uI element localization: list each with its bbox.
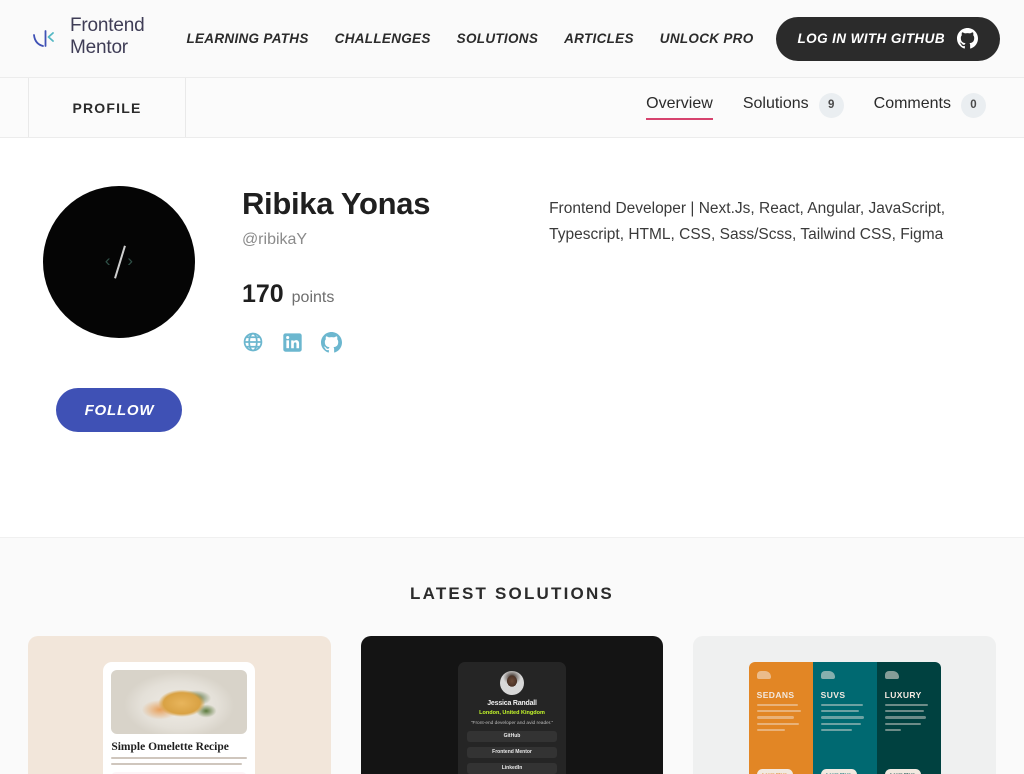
social-profile-name: Jessica Randall	[467, 700, 557, 707]
brand-logo[interactable]: Frontend Mentor	[30, 15, 144, 62]
vehicle-desc-line	[885, 729, 901, 731]
points-label: points	[292, 289, 335, 307]
recipe-desc-line	[111, 763, 242, 765]
login-with-github-button[interactable]: Log in with GitHub	[776, 17, 1000, 61]
brand-name: Frontend Mentor	[70, 15, 144, 62]
recipe-title: Simple Omelette Recipe	[111, 741, 247, 753]
preparation-time-box	[111, 772, 247, 774]
profile-identity-column: Ribika Yonas @ribikaY 170 points	[242, 186, 532, 537]
vehicle-desc-line	[757, 710, 801, 712]
latest-solutions-section: Latest Solutions Simple Omelette Recipe	[0, 537, 1024, 774]
vehicle-desc-line	[885, 723, 921, 725]
latest-solutions-title: Latest Solutions	[0, 584, 1024, 604]
code-brackets-avatar-icon: ‹ ›	[43, 186, 195, 338]
vehicle-desc-line	[885, 704, 928, 706]
vehicle-desc-line	[757, 704, 798, 706]
points-value: 170	[242, 280, 284, 309]
solutions-card-grid: Simple Omelette Recipe	[0, 604, 1024, 774]
nav-link-learning-paths[interactable]: Learning Paths	[186, 31, 308, 46]
social-profile-preview: Jessica Randall London, United Kingdom "…	[458, 662, 566, 774]
vehicle-column-suvs: SUVs Learn More	[813, 662, 877, 774]
social-profile-location: London, United Kingdom	[467, 710, 557, 716]
vehicle-column-title: Sedans	[757, 690, 805, 700]
profile-bio-column: Frontend Developer | Next.Js, React, Ang…	[549, 186, 994, 537]
vehicle-column-sedans: Sedans Learn More	[749, 662, 813, 774]
vehicle-column-luxury: Luxury Learn More	[877, 662, 941, 774]
vehicle-desc-line	[821, 710, 859, 712]
nav-link-unlock-pro[interactable]: Unlock Pro	[660, 31, 754, 46]
solution-card-vehicle-cards[interactable]: Sedans Learn More SUVs Learn Mo	[693, 636, 996, 774]
tab-solutions[interactable]: Solutions 9	[743, 93, 844, 123]
nav-link-articles[interactable]: Articles	[564, 31, 634, 46]
sedan-icon	[757, 671, 771, 679]
suv-icon	[821, 671, 835, 679]
github-icon	[957, 28, 978, 49]
vehicle-desc-line	[757, 716, 794, 718]
profile-avatar-column: ‹ › Follow	[30, 186, 209, 537]
profile-bio: Frontend Developer | Next.Js, React, Ang…	[549, 196, 994, 248]
suvs-learn-more-button: Learn More	[821, 769, 857, 774]
recipe-desc-line	[111, 757, 247, 759]
vehicle-column-title: Luxury	[885, 690, 933, 700]
sedans-learn-more-button: Learn More	[757, 769, 793, 774]
vehicle-desc-line	[821, 716, 864, 718]
vehicle-desc-line	[885, 716, 926, 718]
top-navigation-bar: Frontend Mentor Learning Paths Challenge…	[0, 0, 1024, 78]
vehicle-column-title: SUVs	[821, 690, 869, 700]
tab-comments-badge: 0	[961, 93, 986, 118]
nav-link-solutions[interactable]: Solutions	[457, 31, 538, 46]
luxury-car-icon	[885, 671, 899, 679]
luxury-learn-more-button: Learn More	[885, 769, 921, 774]
login-button-label: Log in with GitHub	[798, 31, 945, 46]
profile-name: Ribika Yonas	[242, 186, 532, 222]
linkedin-icon[interactable]	[282, 332, 303, 353]
nav-link-challenges[interactable]: Challenges	[335, 31, 431, 46]
vehicle-desc-line	[757, 723, 799, 725]
vehicle-desc-line	[821, 729, 853, 731]
solution-card-social-links-profile[interactable]: Jessica Randall London, United Kingdom "…	[361, 636, 664, 774]
vehicle-desc-line	[757, 729, 786, 731]
tab-comments[interactable]: Comments 0	[874, 93, 986, 123]
profile-social-links	[242, 331, 532, 353]
tab-solutions-label: Solutions	[743, 95, 809, 120]
social-link-button: Frontend Mentor	[467, 747, 557, 758]
solution-card-recipe-page[interactable]: Simple Omelette Recipe	[28, 636, 331, 774]
avatar	[500, 671, 524, 695]
recipe-page-preview: Simple Omelette Recipe	[103, 662, 255, 774]
profile-sub-navigation: Profile Overview Solutions 9 Comments 0	[0, 78, 1024, 138]
vehicle-desc-line	[885, 710, 924, 712]
tab-overview[interactable]: Overview	[646, 95, 713, 120]
profile-points: 170 points	[242, 280, 532, 309]
tab-overview-label: Overview	[646, 95, 713, 120]
tab-comments-label: Comments	[874, 95, 951, 120]
social-link-button: GitHub	[467, 731, 557, 742]
vehicle-columns-preview: Sedans Learn More SUVs Learn Mo	[749, 662, 941, 774]
omelette-photo	[111, 670, 247, 734]
social-link-button: LinkedIn	[467, 763, 557, 774]
vehicle-desc-line	[821, 723, 861, 725]
profile-hero-section: ‹ › Follow Ribika Yonas @ribikaY 170 poi…	[0, 138, 1024, 537]
social-profile-quote: "Front-end developer and avid reader."	[467, 721, 557, 726]
vehicle-desc-line	[821, 704, 863, 706]
profile-tabs: Overview Solutions 9 Comments 0	[646, 78, 1024, 137]
frontend-mentor-logo-icon	[30, 24, 60, 54]
github-icon[interactable]	[321, 332, 342, 353]
primary-nav-links: Learning Paths Challenges Solutions Arti…	[186, 31, 753, 46]
profile-handle: @ribikaY	[242, 231, 532, 249]
website-globe-icon[interactable]	[242, 331, 264, 353]
tab-solutions-badge: 9	[819, 93, 844, 118]
profile-section-label: Profile	[28, 78, 186, 137]
follow-button[interactable]: Follow	[56, 388, 182, 432]
